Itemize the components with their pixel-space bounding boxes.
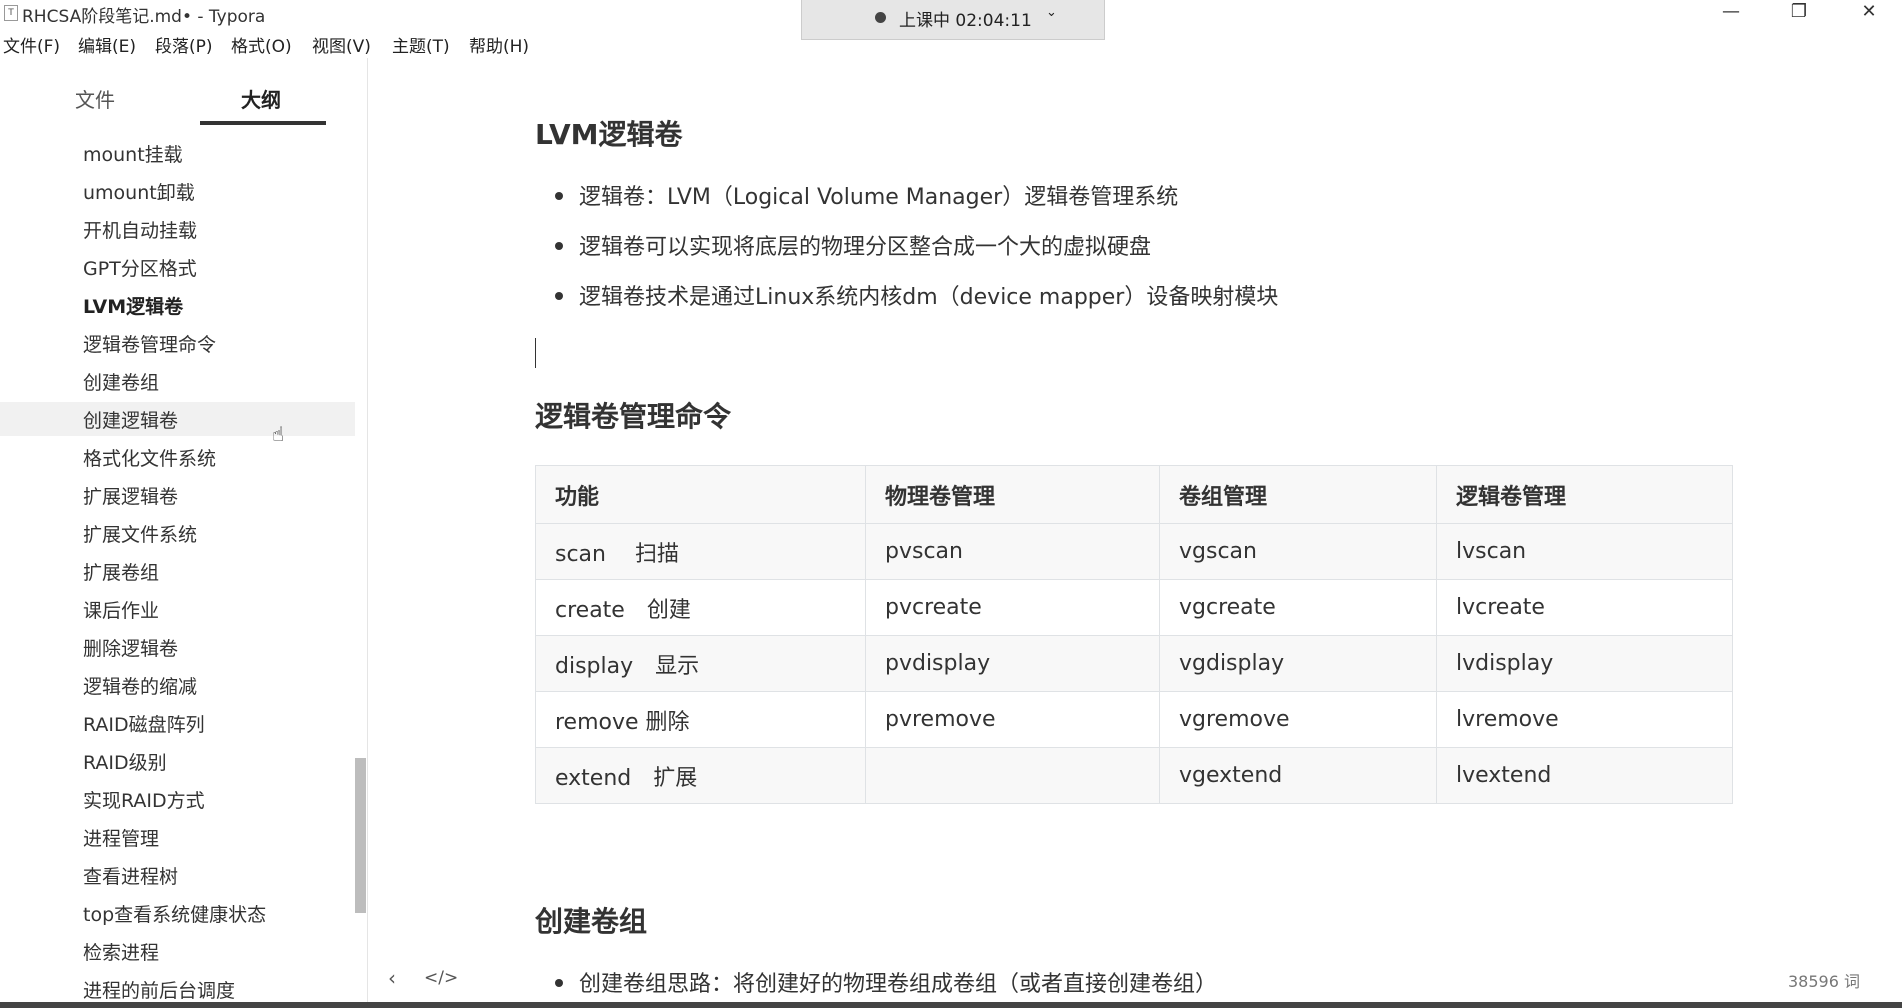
- list-item: 逻辑卷可以实现将底层的物理分区整合成一个大的虚拟硬盘: [554, 229, 1151, 261]
- outline-item[interactable]: 创建卷组: [0, 364, 355, 398]
- table-cell[interactable]: remove 删除: [535, 691, 866, 748]
- menu-theme[interactable]: 主题(T): [392, 32, 450, 57]
- toggle-sidebar-icon[interactable]: ‹: [388, 966, 396, 990]
- table-header-cell: 卷组管理: [1159, 465, 1437, 524]
- outline-item[interactable]: RAID级别: [0, 744, 355, 778]
- tab-files[interactable]: 文件: [75, 84, 115, 113]
- outline-item[interactable]: 扩展逻辑卷: [0, 478, 355, 512]
- sidebar-scrollbar-thumb[interactable]: [355, 758, 366, 913]
- active-tab-indicator: [200, 121, 326, 125]
- status-bar: ‹ </> 38596 词: [370, 958, 1902, 1004]
- table-row: create 创建 pvcreate vgcreate lvcreate: [535, 579, 1733, 636]
- table-cell[interactable]: lvcreate: [1436, 579, 1733, 636]
- heading-lvm: LVM逻辑卷: [535, 118, 683, 151]
- timer-text: 上课中 02:04:11: [899, 11, 1032, 31]
- table-cell[interactable]: vgdisplay: [1159, 635, 1437, 692]
- lvm-commands-table: 功能 物理卷管理 卷组管理 逻辑卷管理 scan 扫描 pvscan vgsca…: [535, 465, 1733, 804]
- table-cell[interactable]: lvdisplay: [1436, 635, 1733, 692]
- table-cell[interactable]: lvextend: [1436, 747, 1733, 804]
- table-cell[interactable]: vgextend: [1159, 747, 1437, 804]
- outline-item[interactable]: 开机自动挂载: [0, 212, 355, 246]
- outline-item[interactable]: 逻辑卷管理命令: [0, 326, 355, 360]
- menu-view[interactable]: 视图(V): [312, 32, 371, 57]
- menu-help[interactable]: 帮助(H): [469, 32, 529, 57]
- table-cell[interactable]: scan 扫描: [535, 523, 866, 580]
- word-count[interactable]: 38596 词: [1788, 968, 1860, 992]
- table-cell[interactable]: pvremove: [865, 691, 1160, 748]
- table-cell[interactable]: lvscan: [1436, 523, 1733, 580]
- menu-file[interactable]: 文件(F): [3, 32, 60, 57]
- table-header-cell: 逻辑卷管理: [1436, 465, 1733, 524]
- menu-edit[interactable]: 编辑(E): [78, 32, 136, 57]
- table-cell[interactable]: vgcreate: [1159, 579, 1437, 636]
- chevron-down-icon[interactable]: ⌄: [1046, 5, 1057, 20]
- recording-dot-icon: [875, 12, 886, 23]
- table-row: scan 扫描 pvscan vgscan lvscan: [535, 523, 1733, 580]
- close-button[interactable]: ✕: [1846, 0, 1892, 26]
- table-cell[interactable]: pvcreate: [865, 579, 1160, 636]
- outline-item[interactable]: 格式化文件系统: [0, 440, 355, 474]
- outline-item[interactable]: 扩展文件系统: [0, 516, 355, 550]
- table-row: display 显示 pvdisplay vgdisplay lvdisplay: [535, 635, 1733, 692]
- hand-cursor-icon: ☝: [272, 422, 285, 446]
- menu-bar: 文件(F) 编辑(E) 段落(P) 格式(O) 视图(V) 主题(T) 帮助(H…: [0, 30, 1902, 58]
- table-cell[interactable]: extend 扩展: [535, 747, 866, 804]
- list-item: 逻辑卷技术是通过Linux系统内核dm（device mapper）设备映射模块: [554, 279, 1278, 311]
- outline-item[interactable]: 逻辑卷的缩减: [0, 668, 355, 702]
- outline-item[interactable]: 检索进程: [0, 934, 355, 968]
- outline-item[interactable]: RAID磁盘阵列: [0, 706, 355, 740]
- table-header-row: 功能 物理卷管理 卷组管理 逻辑卷管理: [535, 465, 1733, 524]
- table-row: remove 删除 pvremove vgremove lvremove: [535, 691, 1733, 748]
- table-cell[interactable]: pvdisplay: [865, 635, 1160, 692]
- outline-item[interactable]: 删除逻辑卷: [0, 630, 355, 664]
- table-cell[interactable]: lvremove: [1436, 691, 1733, 748]
- list-item: 逻辑卷：LVM（Logical Volume Manager）逻辑卷管理系统: [554, 179, 1178, 211]
- table-cell[interactable]: pvscan: [865, 523, 1160, 580]
- outline-item[interactable]: mount挂载: [0, 136, 355, 170]
- outline-item[interactable]: GPT分区格式: [0, 250, 355, 284]
- outline-item[interactable]: 进程的前后台调度: [0, 972, 355, 1004]
- menu-paragraph[interactable]: 段落(P): [155, 32, 213, 57]
- text-caret: [535, 338, 536, 368]
- heading-create-vg: 创建卷组: [535, 905, 648, 938]
- table-cell[interactable]: vgremove: [1159, 691, 1437, 748]
- taskbar-edge: [0, 1002, 1902, 1008]
- outline-item[interactable]: 扩展卷组: [0, 554, 355, 588]
- table-cell[interactable]: vgscan: [1159, 523, 1437, 580]
- outline-item[interactable]: 课后作业: [0, 592, 355, 626]
- table-header-cell: 功能: [535, 465, 866, 524]
- table-cell[interactable]: display 显示: [535, 635, 866, 692]
- outline-item-hovered[interactable]: 创建逻辑卷: [0, 402, 355, 436]
- minimize-button[interactable]: —: [1708, 0, 1754, 26]
- restore-button[interactable]: ❐: [1776, 0, 1822, 26]
- outline-item-active[interactable]: LVM逻辑卷: [0, 288, 355, 322]
- source-code-mode-icon[interactable]: </>: [424, 968, 458, 988]
- table-cell[interactable]: create 创建: [535, 579, 866, 636]
- tab-outline[interactable]: 大纲: [241, 84, 281, 113]
- table-row: extend 扩展 vgextend lvextend: [535, 747, 1733, 804]
- window-title: RHCSA阶段笔记.md• - Typora: [22, 7, 266, 27]
- outline-item[interactable]: top查看系统健康状态: [0, 896, 355, 930]
- table-cell[interactable]: [865, 747, 1160, 804]
- outline-item[interactable]: 实现RAID方式: [0, 782, 355, 816]
- outline-item[interactable]: umount卸载: [0, 174, 355, 208]
- outline-item[interactable]: 查看进程树: [0, 858, 355, 892]
- typora-app-icon: T: [4, 5, 18, 21]
- outline-item[interactable]: 进程管理: [0, 820, 355, 854]
- table-header-cell: 物理卷管理: [865, 465, 1160, 524]
- heading-commands: 逻辑卷管理命令: [535, 400, 732, 433]
- menu-format[interactable]: 格式(O): [231, 32, 292, 57]
- sidebar: 文件 大纲 mount挂载 umount卸载 开机自动挂载 GPT分区格式 LV…: [0, 58, 368, 1004]
